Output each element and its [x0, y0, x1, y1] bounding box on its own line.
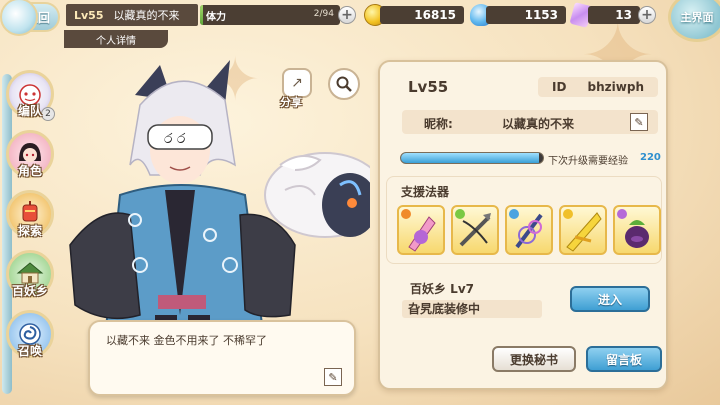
back-button[interactable]: 返回 [0, 0, 60, 36]
zoom-button[interactable] [328, 68, 360, 100]
signature-text: 以藏不来 金色不用来了 不稀罕了 [106, 334, 267, 347]
yokai-village-status: 旮旯底装修中 [402, 300, 542, 318]
element-orb-icon [401, 209, 411, 219]
nav-item-summon[interactable]: 召唤 [6, 310, 54, 358]
tab-personal-details-label: 个人详情 [96, 35, 136, 47]
change-secretary-button[interactable]: 更换秘书 [492, 346, 576, 372]
svg-text:ර ර: ර ර [164, 131, 186, 147]
jade-amount: 1153 [486, 6, 566, 24]
tab-personal-details[interactable]: 个人详情 [64, 30, 168, 48]
element-orb-icon [509, 209, 519, 219]
message-board-label: 留言板 [605, 352, 642, 367]
player-id-label: ID [552, 80, 567, 94]
stamina-fill [200, 5, 203, 25]
top-bar: 返回 Lv55 以藏真的不来 体力 2/94 + 16815 1153 13 +… [0, 0, 720, 42]
stamina-bar: 体力 2/94 [200, 5, 340, 25]
main-world-label: 主界面 [680, 11, 714, 24]
nav-item-summon-label: 召唤 [17, 344, 43, 358]
player-id-box: ID bhziwph [538, 77, 658, 97]
enter-village-button[interactable]: 进入 [570, 286, 650, 312]
exp-label: 下次升级需要经验 [548, 156, 628, 167]
element-orb-icon [617, 209, 627, 219]
nickname-value: 以藏真的不来 [502, 117, 575, 131]
team-badge: 2 [41, 107, 55, 121]
nickname-row: 昵称: 以藏真的不来 ✎ [402, 110, 658, 134]
crystal-amount: 13 [588, 6, 640, 24]
artifact-slot[interactable] [559, 205, 607, 255]
profile-panel: Lv55 ID bhziwph 昵称: 以藏真的不来 ✎ 下次升级需要经验 22… [378, 60, 668, 390]
nav-item-yokai-village[interactable]: 百妖乡 [6, 250, 54, 298]
support-artifacts-section: 支援法器 [386, 176, 662, 264]
nav-item-yokai-village-label: 百妖乡 [11, 284, 49, 298]
profile-level: Lv55 [408, 78, 449, 96]
stamina-label: 体力 [206, 12, 226, 23]
add-stamina-button[interactable]: + [338, 6, 356, 24]
nav-item-team[interactable]: 2 编队 [6, 70, 55, 121]
share-label: 分享 [280, 96, 302, 109]
exp-progress-fill [401, 153, 539, 163]
nav-item-explore-label: 探索 [17, 224, 43, 238]
nickname-label: 昵称: [424, 117, 453, 131]
add-crystal-button[interactable]: + [638, 6, 656, 24]
yokai-village-level: 百妖乡 Lv7 [410, 282, 474, 296]
exp-progress-bar [400, 152, 544, 164]
message-board-button[interactable]: 留言板 [586, 346, 662, 372]
edit-nickname-icon[interactable]: ✎ [630, 113, 648, 131]
gold-amount: 16815 [380, 6, 464, 24]
share-icon: ↗ [291, 75, 303, 91]
nav-item-characters[interactable]: 角色 [6, 130, 54, 178]
artifact-slot[interactable] [613, 205, 661, 255]
main-world-button[interactable]: 主界面 [668, 0, 720, 42]
player-level-name: Lv55 以藏真的不来 [66, 4, 198, 26]
artifact-slot[interactable] [451, 205, 499, 255]
signature-speech-bubble: 以藏不来 金色不用来了 不稀罕了 ✎ [88, 320, 356, 396]
element-orb-icon [455, 209, 465, 219]
element-orb-icon [563, 209, 573, 219]
player-level: Lv55 [74, 8, 104, 22]
screen: ✦ ✦ 返回 Lv55 以藏真的不来 体力 2/94 + 16815 1153 … [0, 0, 720, 405]
back-orb-icon [0, 0, 38, 36]
nav-item-explore[interactable]: 探索 [6, 190, 54, 238]
artifact-slot[interactable] [397, 205, 445, 255]
edit-signature-icon[interactable]: ✎ [324, 368, 342, 386]
enter-village-label: 进入 [597, 292, 622, 307]
nav-item-team-label: 编队 [17, 104, 43, 118]
search-icon [336, 76, 352, 92]
player-id-value: bhziwph [587, 80, 644, 94]
support-artifacts-title: 支援法器 [401, 185, 450, 199]
player-name: 以藏真的不来 [113, 9, 180, 22]
stamina-value: 2/94 [313, 9, 334, 19]
change-secretary-label: 更换秘书 [509, 352, 558, 367]
artifact-slot[interactable] [505, 205, 553, 255]
exp-value: 220 [640, 152, 661, 163]
nav-item-characters-label: 角色 [17, 164, 43, 178]
